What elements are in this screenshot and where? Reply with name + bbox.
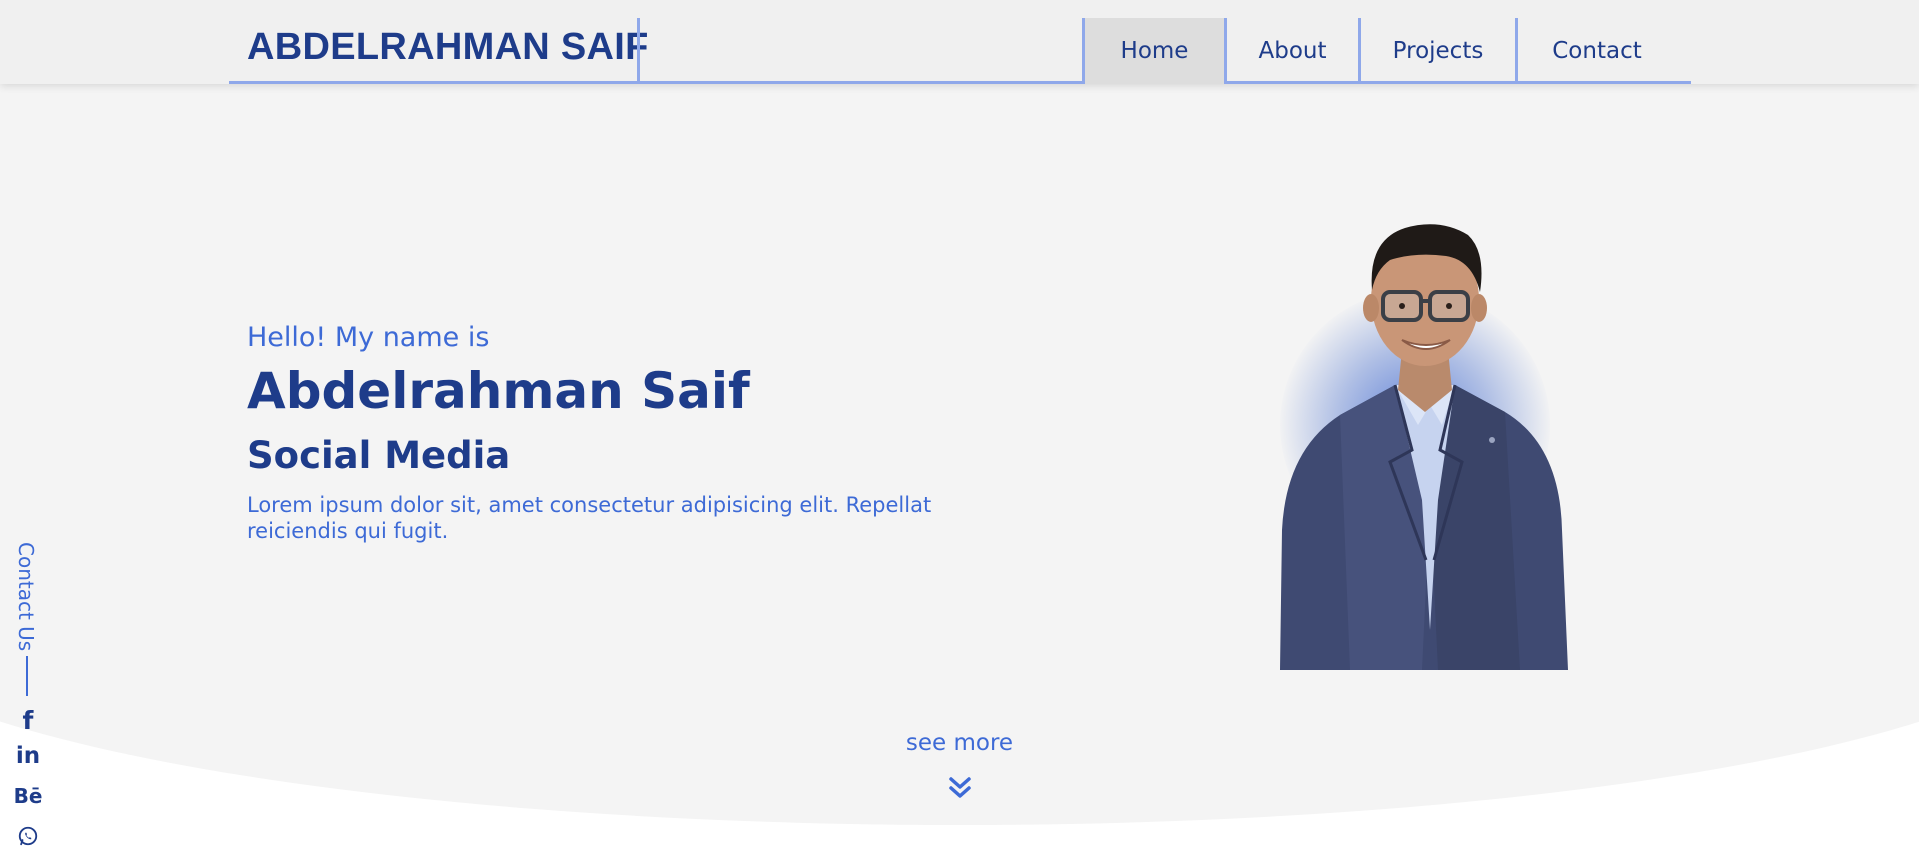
hero-description: Lorem ipsum dolor sit, amet consectetur …: [247, 493, 932, 543]
main-nav: Home About Projects Contact: [1082, 18, 1676, 84]
nav-projects[interactable]: Projects: [1361, 18, 1518, 84]
logo-divider: [637, 18, 640, 84]
page: ABDELRAHMAN SAIF Home About Projects Con…: [0, 0, 1919, 860]
site-header: ABDELRAHMAN SAIF Home About Projects Con…: [0, 0, 1919, 84]
contact-us-label: Contact Us: [14, 542, 38, 652]
see-more-link[interactable]: see more: [0, 730, 1919, 756]
hero-role: Social Media: [247, 434, 511, 477]
hero-name: Abdelrahman Saif: [247, 362, 750, 420]
contact-divider-line: [26, 656, 28, 696]
whatsapp-icon[interactable]: [14, 822, 42, 850]
double-chevron-down-icon[interactable]: [946, 774, 974, 802]
nav-contact[interactable]: Contact: [1518, 18, 1676, 84]
profile-photo: [1190, 200, 1650, 670]
linkedin-icon[interactable]: in: [14, 742, 42, 770]
nav-home[interactable]: Home: [1085, 18, 1227, 84]
person-illustration: [1280, 224, 1568, 670]
site-logo[interactable]: ABDELRAHMAN SAIF: [247, 26, 649, 69]
nav-about[interactable]: About: [1227, 18, 1361, 84]
facebook-icon[interactable]: f: [14, 706, 42, 735]
hero-greeting: Hello! My name is: [247, 322, 490, 353]
whatsapp-glyph: [18, 826, 38, 846]
behance-icon[interactable]: Bē: [14, 782, 43, 810]
